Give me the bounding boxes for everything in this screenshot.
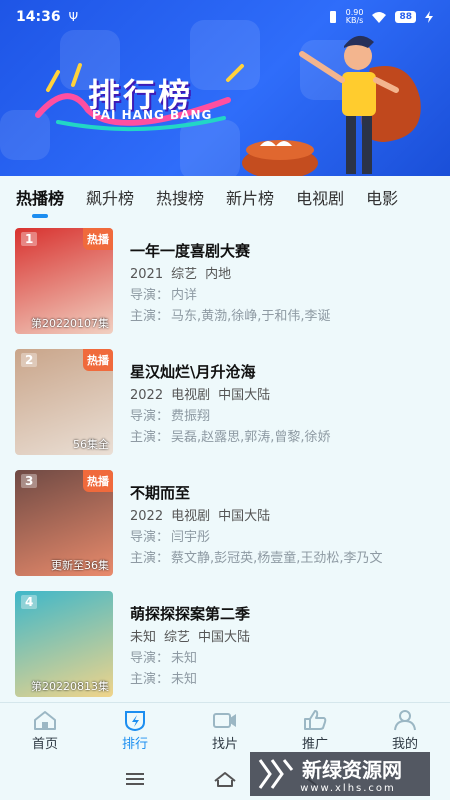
category-tabs: 热播榜 飙升榜 热搜榜 新片榜 电视剧 电影 [0,176,450,218]
item-meta: 2022 电视剧 中国大陆 [130,509,271,524]
poster-thumbnail[interactable]: 2 热播 56集全 [15,349,113,455]
nav-profile-label: 我的 [391,737,418,752]
episode-label: 第20220107集 [31,317,109,330]
nav-profile[interactable]: 我的 [360,703,450,758]
list-item[interactable]: 3 热播 更新至36集 不期而至 2022 电视剧 中国大陆 导演： 闫宇彤 主演：蔡… [0,466,450,576]
tab-new-release[interactable]: 新片榜 [226,185,274,209]
list-item[interactable]: 4 第20220813集 萌探探探案第二季 未知 综艺 中国大陆 导演： 未知 主演：… [0,587,450,697]
item-cast: 主演： 吴磊,赵露思,郭涛,曾黎,徐娇 [130,430,331,445]
battery-indicator: 88 [395,11,416,23]
watermark-name: 新绿资源网 [302,758,402,782]
nav-find-movies[interactable]: 找片 [180,703,270,758]
episode-label: 第20220813集 [31,680,109,693]
bottom-navigation: 首页 排行 找片 推广 我的 [0,702,450,758]
item-title[interactable]: 不期而至 [130,482,190,503]
nav-find-movies-label: 找片 [211,737,238,752]
home-icon [34,711,56,730]
item-meta: 未知 综艺 中国大陆 [130,630,251,645]
rank-number: 1 [21,232,38,246]
nav-promote[interactable]: 推广 [270,703,360,758]
nav-ranking-label: 排行 [121,737,148,752]
hot-badge: 热播 [83,349,113,371]
item-title[interactable]: 萌探探探案第二季 [130,603,250,624]
thumbs-up-icon [304,710,327,730]
tab-movie[interactable]: 电影 [366,185,398,209]
rank-number: 4 [21,595,38,609]
tab-hot-play[interactable]: 热播榜 [16,185,64,218]
status-time: 14:36 [16,9,61,25]
item-cast: 主演： 蔡文静,彭冠英,杨壹童,王劲松,李乃文 [130,551,383,566]
home-system-icon[interactable] [213,770,237,788]
tab-rising[interactable]: 飙升榜 [86,185,134,209]
list-item[interactable]: 2 热播 56集全 星汉灿烂\月升沧海 2022 电视剧 中国大陆 导演： 费振翔 主… [0,345,450,455]
ranking-banner: 排行榜 PAI HANG BANG 14:36 Ψ 0.90 KB/s 88 [0,0,450,176]
nav-home-label: 首页 [31,737,58,752]
item-director: 导演： 未知 [130,651,198,666]
item-cast: 主演： 马东,黄渤,徐峥,于和伟,李诞 [130,309,331,324]
vibrate-icon [329,11,336,23]
menu-icon[interactable] [124,771,146,787]
network-speed-unit: KB/s [345,16,364,25]
rank-number: 3 [21,474,38,488]
tab-hot-search[interactable]: 热搜榜 [156,185,204,209]
nav-home[interactable]: 首页 [0,703,90,758]
item-cast: 主演： 未知 [130,672,198,687]
item-title[interactable]: 星汉灿烂\月升沧海 [130,361,255,382]
user-icon [394,710,416,731]
item-meta: 2022 电视剧 中国大陆 [130,388,271,403]
watermark-url: www.xlhs.com [300,783,396,794]
banner-subtitle: PAI HANG BANG [92,108,213,122]
episode-label: 56集全 [73,438,109,451]
ranking-icon [125,711,145,731]
poster-thumbnail[interactable]: 3 热播 更新至36集 [15,470,113,576]
item-director: 导演： 内详 [130,288,198,303]
watermark-logo [258,759,294,789]
status-bar: 14:36 Ψ 0.90 KB/s 88 [0,0,450,34]
poster-thumbnail[interactable]: 1 热播 第20220107集 [15,228,113,334]
hot-badge: 热播 [83,228,113,250]
poster-thumbnail[interactable]: 4 第20220813集 [15,591,113,697]
usb-icon: Ψ [68,10,79,24]
list-item[interactable]: 1 热播 第20220107集 一年一度喜剧大赛 2021 综艺 内地 导演： 内详 … [0,224,450,334]
nav-ranking[interactable]: 排行 [90,703,180,758]
hot-badge: 热播 [83,470,113,492]
video-camera-icon [213,713,236,728]
site-watermark: 新绿资源网 www.xlhs.com [250,752,430,796]
item-director: 导演： 费振翔 [130,409,211,424]
rank-number: 2 [21,353,38,367]
episode-label: 更新至36集 [51,559,109,572]
charging-icon [425,11,433,23]
item-meta: 2021 综艺 内地 [130,267,232,282]
wifi-icon [372,12,387,23]
item-title[interactable]: 一年一度喜剧大赛 [130,240,250,261]
item-director: 导演： 闫宇彤 [130,530,211,545]
tab-tv-series[interactable]: 电视剧 [296,185,344,209]
nav-promote-label: 推广 [301,737,328,752]
shopper-illustration [242,35,421,176]
